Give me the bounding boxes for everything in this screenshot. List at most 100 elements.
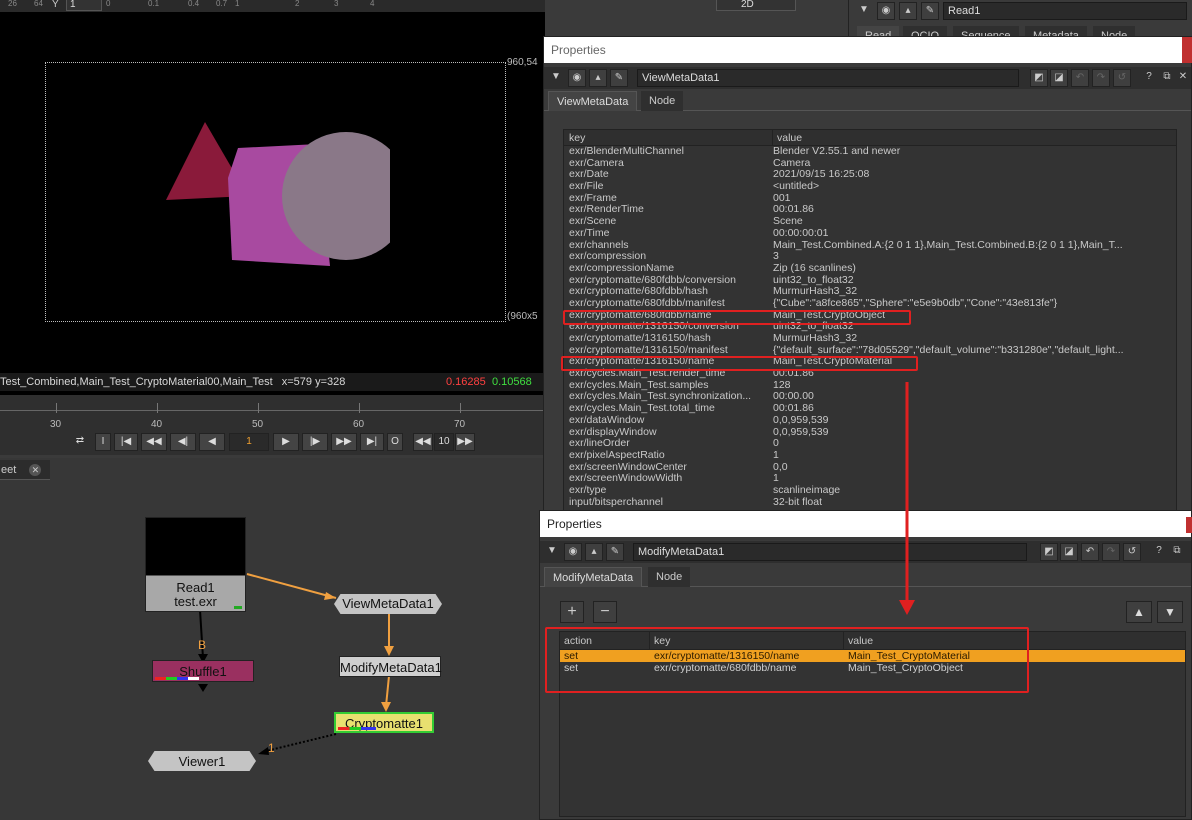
node-info-icon[interactable]: ◉	[877, 2, 895, 20]
reset-icon[interactable]: ↺	[1123, 543, 1141, 561]
viewmetadata-node[interactable]: ViewMetaData1	[334, 594, 442, 614]
viewer-node[interactable]: Viewer1	[148, 751, 256, 771]
skip-back-button[interactable]: ◀◀	[141, 433, 167, 451]
table-row[interactable]: exr/displayWindow 0,0,959,539	[564, 427, 1176, 439]
table-row[interactable]: exr/Time 00:00:00:01	[564, 228, 1176, 240]
table-row[interactable]: exr/compression 3	[564, 251, 1176, 263]
step-forward-button[interactable]: ▶▶	[455, 433, 475, 451]
scale-mark: 0.4	[188, 0, 200, 8]
collapse-icon[interactable]: ▼	[543, 543, 561, 561]
help-icon[interactable]: ?	[1150, 543, 1168, 561]
table-row[interactable]: input/bitsperchannel 32-bit float	[564, 497, 1176, 509]
table-row[interactable]: exr/cryptomatte/680fdbb/conversion uint32…	[564, 275, 1176, 287]
table-row[interactable]: exr/BlenderMultiChannel Blender V2.55.1 a…	[564, 146, 1176, 158]
collapse-icon[interactable]: ▼	[855, 2, 873, 20]
move-down-button[interactable]: ▼	[1157, 601, 1183, 623]
step-size-field[interactable]: 10	[434, 433, 454, 451]
add-row-button[interactable]: +	[560, 601, 584, 623]
help-icon[interactable]: ?	[1140, 69, 1158, 87]
viewer-canvas[interactable]: 26 64 Y 1 0 0.1 0.4 0.7 1 2 3 4 2D 960,5…	[0, 0, 796, 395]
scale-mark: 64	[34, 0, 43, 8]
redo-icon[interactable]: ◪	[1050, 69, 1068, 87]
table-row[interactable]: exr/type scanlineimage	[564, 485, 1176, 497]
table-row[interactable]: exr/Camera Camera	[564, 158, 1176, 170]
history-icon[interactable]: ↷	[1092, 69, 1110, 87]
column-header-key[interactable]: key	[564, 130, 773, 145]
y-value-field[interactable]: 1	[66, 0, 102, 11]
table-row[interactable]: exr/RenderTime 00:01.86	[564, 204, 1176, 216]
node-settings-icon[interactable]: ✎	[921, 2, 939, 20]
history-icon[interactable]: ↷	[1102, 543, 1120, 561]
out-point-button[interactable]: O	[387, 433, 403, 451]
close-panel-button[interactable]	[1182, 37, 1192, 63]
move-up-button[interactable]: ▲	[1126, 601, 1152, 623]
prev-frame-button[interactable]: ◀|	[170, 433, 196, 451]
cryptomatte-node[interactable]: Cryptomatte1	[334, 712, 434, 733]
tab-node[interactable]: Node	[648, 567, 691, 587]
table-row[interactable]: exr/File <untitled>	[564, 181, 1176, 193]
redo-icon[interactable]: ◪	[1060, 543, 1078, 561]
node-name-field[interactable]: ModifyMetaData1	[633, 543, 1027, 561]
revert-icon[interactable]: ↶	[1071, 69, 1089, 87]
tab-modifymetadata[interactable]: ModifyMetaData	[544, 567, 643, 587]
table-row[interactable]: exr/Date 2021/09/15 16:25:08	[564, 169, 1176, 181]
current-frame-field[interactable]: 1	[229, 433, 269, 451]
table-row[interactable]: exr/cycles.Main_Test.samples 128	[564, 380, 1176, 392]
loop-mode-icon[interactable]: ⇄	[68, 433, 92, 451]
table-row[interactable]: exr/screenWindowCenter 0,0	[564, 462, 1176, 474]
table-row[interactable]: exr/cryptomatte/680fdbb/manifest {"Cube":…	[564, 298, 1176, 310]
panel-toolbar: ▼ ◉ ▴ ✎ ViewMetaData1 ◩ ◪ ↶ ↷ ↺ ? ⧉ ✕	[544, 67, 1191, 89]
table-row[interactable]: exr/cycles.Main_Test.total_time 00:01.86	[564, 403, 1176, 415]
node-color-icon[interactable]: ▴	[585, 543, 603, 561]
table-row[interactable]: exr/channels Main_Test.Combined.A:{2 0 1 …	[564, 240, 1176, 252]
undo-icon[interactable]: ◩	[1030, 69, 1048, 87]
revert-icon[interactable]: ↶	[1081, 543, 1099, 561]
next-frame-button[interactable]: |▶	[302, 433, 328, 451]
timeline-track[interactable]	[0, 410, 545, 411]
step-back-button[interactable]: ◀◀	[413, 433, 433, 451]
read-node-name-field[interactable]: Read1	[943, 2, 1187, 20]
row-value: Scene	[773, 216, 803, 228]
table-row[interactable]: exr/Scene Scene	[564, 216, 1176, 228]
shuffle-node[interactable]: Shuffle1	[152, 660, 254, 682]
first-frame-button[interactable]: |◀	[114, 433, 138, 451]
play-forward-button[interactable]: ▶	[273, 433, 299, 451]
node-info-icon[interactable]: ◉	[564, 543, 582, 561]
table-row[interactable]: exr/cryptomatte/1316150/hash MurmurHash3_…	[564, 333, 1176, 345]
timeline[interactable]: 30 40 50 60 70 ⇄ I |◀ ◀◀ ◀| ◀ 1 ▶ |▶ ▶▶ …	[0, 395, 545, 455]
collapse-icon[interactable]: ▼	[547, 69, 565, 87]
column-header-value[interactable]: value	[773, 130, 1176, 145]
table-row[interactable]: exr/Frame 001	[564, 193, 1176, 205]
node-settings-icon[interactable]: ✎	[606, 543, 624, 561]
close-panel-button[interactable]	[1186, 517, 1192, 533]
play-backward-button[interactable]: ◀	[199, 433, 225, 451]
float-icon[interactable]: ⧉	[1168, 543, 1186, 561]
skip-forward-button[interactable]: ▶▶	[331, 433, 357, 451]
table-row[interactable]: exr/lineOrder 0	[564, 438, 1176, 450]
close-icon[interactable]: ✕	[1174, 69, 1192, 87]
table-row[interactable]: exr/dataWindow 0,0,959,539	[564, 415, 1176, 427]
reset-icon[interactable]: ↺	[1113, 69, 1131, 87]
node-settings-icon[interactable]: ✎	[610, 69, 628, 87]
edge-label-1: 1	[268, 741, 275, 755]
tab-viewmetadata[interactable]: ViewMetaData	[548, 91, 638, 111]
remove-row-button[interactable]: −	[593, 601, 617, 623]
table-row[interactable]: exr/cryptomatte/1316150/manifest {"defaul…	[564, 345, 1176, 357]
node-name-field[interactable]: ViewMetaData1	[637, 69, 1019, 87]
in-point-button[interactable]: I	[95, 433, 111, 451]
row-key: exr/dataWindow	[569, 414, 645, 426]
node-color-icon[interactable]: ▴	[899, 2, 917, 20]
table-row[interactable]: exr/screenWindowWidth 1	[564, 473, 1176, 485]
read-node[interactable]: Read1 test.exr	[145, 517, 246, 612]
modifymetadata-node[interactable]: ModifyMetaData1	[339, 656, 442, 677]
table-row[interactable]: exr/cryptomatte/680fdbb/hash MurmurHash3_…	[564, 286, 1176, 298]
tab-node[interactable]: Node	[641, 91, 684, 111]
last-frame-button[interactable]: ▶|	[360, 433, 384, 451]
undo-icon[interactable]: ◩	[1040, 543, 1058, 561]
view-mode-dropdown[interactable]: 2D	[716, 0, 796, 11]
table-row[interactable]: exr/compressionName Zip (16 scanlines)	[564, 263, 1176, 275]
node-color-icon[interactable]: ▴	[589, 69, 607, 87]
table-row[interactable]: exr/cycles.Main_Test.synchronization... 0…	[564, 391, 1176, 403]
table-row[interactable]: exr/pixelAspectRatio 1	[564, 450, 1176, 462]
node-info-icon[interactable]: ◉	[568, 69, 586, 87]
